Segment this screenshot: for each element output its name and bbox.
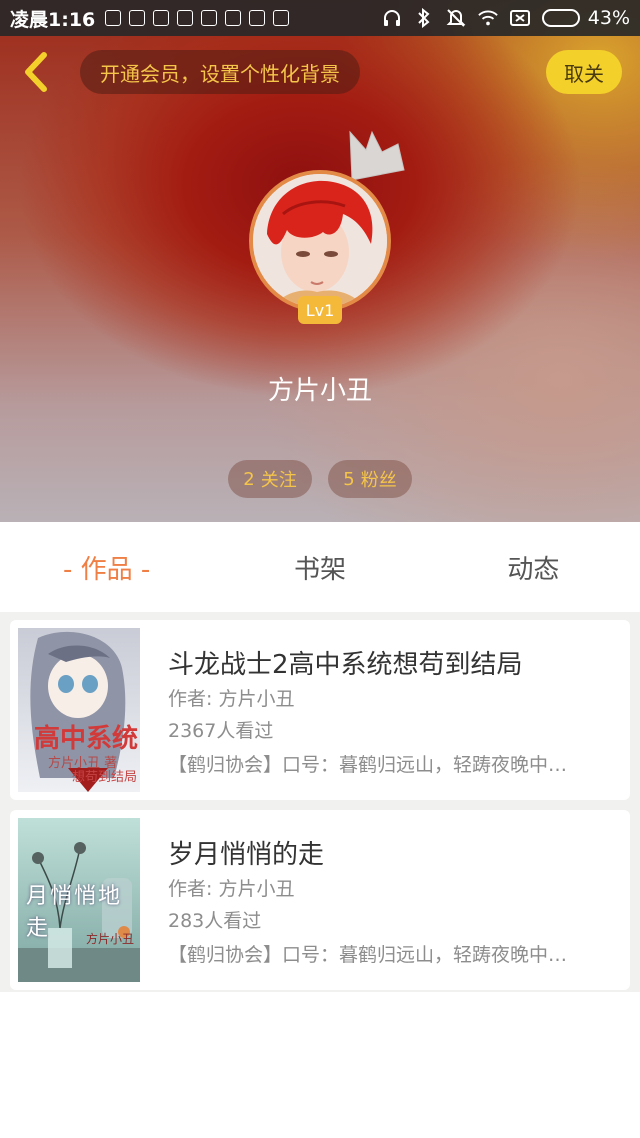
notification-icon xyxy=(273,10,290,26)
notification-icon xyxy=(177,10,194,26)
status-bar: 凌晨1:16 43% xyxy=(0,0,640,36)
following-label: 关注 xyxy=(260,470,297,491)
headphones-icon xyxy=(382,9,402,27)
fans-count: 5 xyxy=(343,468,355,490)
following-button[interactable]: 2 关注 xyxy=(228,460,312,498)
tab-works[interactable]: - 作品 - xyxy=(0,549,213,586)
chevron-left-icon xyxy=(25,52,47,92)
avatar[interactable] xyxy=(249,170,391,312)
fans-button[interactable]: 5 粉丝 xyxy=(328,460,412,498)
book-title: 岁月悄悄的走 xyxy=(168,840,325,870)
back-button[interactable] xyxy=(16,48,56,96)
book-author: 作者: 方片小丑 xyxy=(168,688,295,710)
cover-author-text: 方片小丑 xyxy=(86,932,135,946)
status-time: 凌晨1:16 xyxy=(10,8,96,31)
notification-icon xyxy=(201,10,218,26)
no-sim-icon xyxy=(509,9,530,27)
fans-label: 粉丝 xyxy=(360,470,397,491)
list-item[interactable]: 月悄悄地走 方片小丑 岁月悄悄的走 作者: 方片小丑 283人看过 【鹤归协会】… xyxy=(10,810,630,990)
profile-tabs: - 作品 - 书架 动态 xyxy=(0,522,640,612)
level-badge: Lv1 xyxy=(298,296,342,324)
following-count: 2 xyxy=(243,468,255,490)
cover-subtitle-text: 想苟到结局 xyxy=(72,770,138,785)
list-item[interactable]: 高中系统 方片小丑 著 想苟到结局 斗龙战士2高中系统想苟到结局 作者: 方片小… xyxy=(10,620,630,800)
notification-icon xyxy=(225,10,242,26)
vip-banner-button[interactable]: 开通会员，设置个性化背景 xyxy=(80,50,360,94)
tab-bookshelf[interactable]: 书架 xyxy=(213,549,426,586)
book-cover: 月悄悄地走 方片小丑 xyxy=(18,818,140,982)
notification-icon xyxy=(249,10,266,26)
book-description: 【鹤归协会】口号：暮鹤归远山，轻踌夜晚中… xyxy=(168,754,568,776)
notification-icon xyxy=(105,10,122,26)
book-views: 283人看过 xyxy=(168,910,262,932)
notification-icon xyxy=(129,10,146,26)
notification-icon xyxy=(153,10,170,26)
book-author: 作者: 方片小丑 xyxy=(168,878,295,900)
book-views: 2367人看过 xyxy=(168,720,274,742)
battery-icon: 43% xyxy=(541,7,630,29)
mute-icon xyxy=(446,9,466,27)
cover-title-text: 高中系统 xyxy=(34,724,139,754)
notification-icons xyxy=(105,10,290,26)
book-description: 【鹤归协会】口号：暮鹤归远山，轻踌夜晚中… xyxy=(168,944,568,966)
bluetooth-icon xyxy=(414,8,434,28)
wifi-icon xyxy=(478,9,498,27)
book-cover: 高中系统 方片小丑 著 想苟到结局 xyxy=(18,628,140,792)
unfollow-button[interactable]: 取关 xyxy=(546,50,622,94)
tab-activity[interactable]: 动态 xyxy=(427,549,640,586)
avatar-image xyxy=(253,174,387,308)
book-title: 斗龙战士2高中系统想苟到结局 xyxy=(168,650,523,680)
battery-percent: 43% xyxy=(587,7,630,29)
username: 方片小丑 xyxy=(267,376,372,406)
